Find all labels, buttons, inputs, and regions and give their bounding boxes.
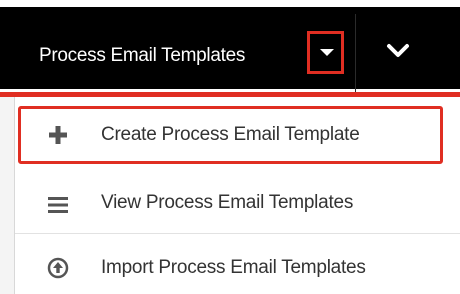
menu-item-label: View Process Email Templates bbox=[101, 192, 354, 213]
chevron-down-icon[interactable] bbox=[386, 41, 410, 61]
top-navbar: Process Email Templates bbox=[0, 7, 460, 96]
module-tab-process-email-templates[interactable]: Process Email Templates bbox=[39, 45, 245, 67]
menu-item-import-process-email-templates[interactable]: Import Process Email Templates bbox=[14, 242, 460, 294]
menu-separator bbox=[15, 233, 460, 234]
upload-circle-icon bbox=[47, 257, 69, 279]
module-menu-toggle-button[interactable] bbox=[307, 31, 344, 74]
caret-down-icon bbox=[320, 49, 334, 56]
menu-item-label: Import Process Email Templates bbox=[101, 257, 366, 278]
highlight-box bbox=[18, 106, 443, 164]
navbar-divider bbox=[355, 14, 356, 96]
screen: Process Email Templates Create Process E… bbox=[0, 0, 460, 294]
menu-item-view-process-email-templates[interactable]: View Process Email Templates bbox=[14, 179, 460, 233]
list-icon bbox=[48, 197, 68, 213]
